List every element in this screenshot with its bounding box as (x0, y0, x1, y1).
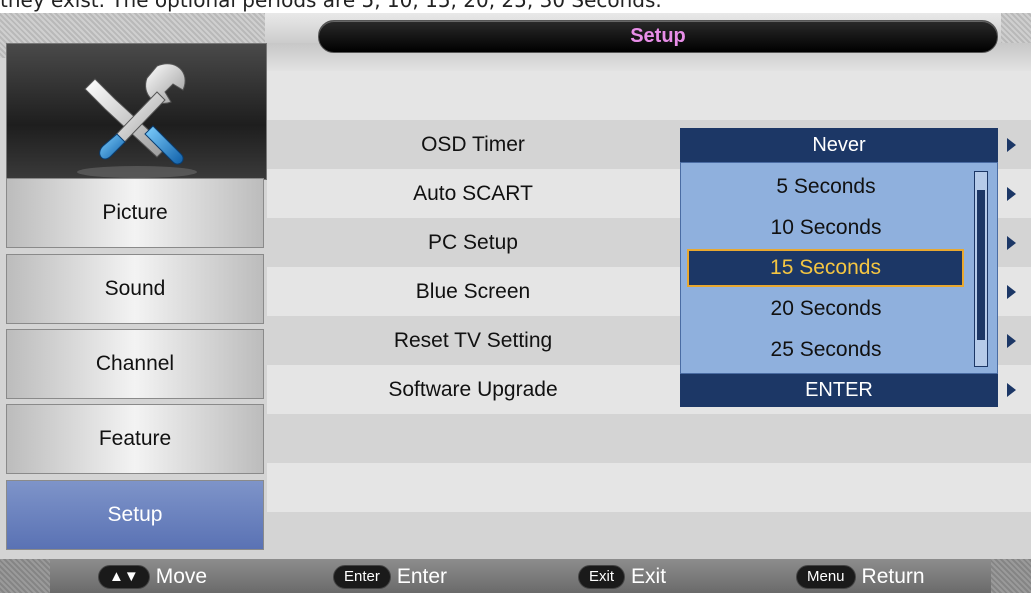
scrollbar-thumb[interactable] (977, 190, 985, 340)
hint-label: Move (155, 565, 208, 588)
up-down-key-icon: ▲▼ (98, 565, 150, 589)
settings-row-label[interactable]: Blue Screen (267, 267, 679, 316)
setup-category-icon-panel (6, 43, 267, 180)
settings-row-label[interactable]: Auto SCART (267, 169, 679, 218)
hint-label: Return (861, 565, 925, 588)
dropdown-option[interactable]: 25 Seconds (681, 331, 971, 369)
hint-label: Enter (396, 565, 448, 588)
settings-row-label[interactable]: Software Upgrade (267, 365, 679, 414)
caption-text: they exist. The optional periods are 5, … (0, 0, 662, 12)
dropdown-option[interactable]: 10 Seconds (681, 209, 971, 247)
tools-icon (77, 63, 197, 178)
empty-row (267, 512, 1031, 561)
footer-hint-bar: ▲▼ Move Enter Enter Exit Exit Menu Retur… (0, 559, 1031, 593)
dropdown-option[interactable]: 20 Seconds (681, 290, 971, 328)
sidebar-item-feature[interactable]: Feature (6, 404, 264, 474)
menu-key-icon: Menu (796, 565, 856, 589)
settings-row-label[interactable]: PC Setup (267, 218, 679, 267)
hint-exit: Exit Exit (578, 564, 666, 590)
sidebar-item-picture[interactable]: Picture (6, 178, 264, 248)
osd-timer-value[interactable]: Never (680, 128, 998, 162)
right-arrow-icon[interactable] (1007, 383, 1016, 397)
software-upgrade-enter-button[interactable]: ENTER (680, 373, 998, 407)
sidebar-item-setup[interactable]: Setup (6, 480, 264, 550)
page-title: Setup (630, 25, 686, 47)
sidebar-item-sound[interactable]: Sound (6, 254, 264, 324)
dropdown-scrollbar[interactable] (974, 171, 988, 367)
empty-row (267, 463, 1031, 512)
hint-move: ▲▼ Move (98, 564, 207, 590)
osd-timer-dropdown[interactable]: 5 Seconds 10 Seconds 15 Seconds 20 Secon… (680, 162, 998, 374)
settings-row-label[interactable]: OSD Timer (267, 120, 679, 169)
hint-enter: Enter Enter (333, 564, 447, 590)
settings-row-label[interactable]: Reset TV Setting (267, 316, 679, 365)
footer-texture-left (0, 559, 50, 593)
empty-row (267, 71, 1031, 120)
hint-return: Menu Return (796, 564, 925, 590)
footer-texture-right (991, 559, 1031, 593)
dropdown-option-selected[interactable]: 15 Seconds (687, 249, 964, 287)
right-arrow-icon[interactable] (1007, 138, 1016, 152)
dropdown-option[interactable]: 5 Seconds (681, 168, 971, 206)
sidebar-item-channel[interactable]: Channel (6, 329, 264, 399)
right-arrow-icon[interactable] (1007, 236, 1016, 250)
title-pill: Setup (318, 20, 998, 53)
empty-row (267, 414, 1031, 463)
hint-label: Exit (631, 565, 667, 588)
right-arrow-icon[interactable] (1007, 187, 1016, 201)
right-arrow-icon[interactable] (1007, 334, 1016, 348)
enter-key-icon: Enter (333, 565, 391, 589)
tv-osd-window: Setup Picture Sound Channel Feature Setu… (0, 13, 1031, 593)
exit-key-icon: Exit (578, 565, 626, 589)
right-arrow-icon[interactable] (1007, 285, 1016, 299)
